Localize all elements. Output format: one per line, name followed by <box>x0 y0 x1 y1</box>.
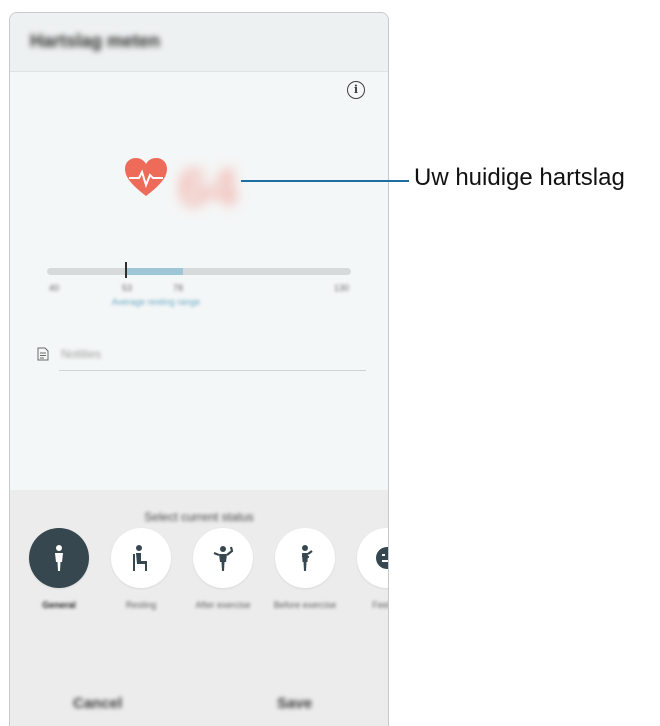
person-standing-icon <box>55 545 63 571</box>
heart-rate-value: 64 <box>178 158 239 218</box>
phone-screen: Hartslag meten i 64 40 53 78 130 Average… <box>9 12 389 726</box>
note-icon <box>37 347 49 361</box>
range-caption: Average resting range <box>111 297 201 307</box>
status-after-exercise-label: After exercise <box>195 600 251 610</box>
person-sitting-icon <box>133 545 147 571</box>
status-feeling-label: Feeling <box>372 600 388 610</box>
status-sheet-title: Select current status <box>144 510 254 524</box>
range-tick-high: 78 <box>173 283 184 293</box>
status-before-exercise-label: Before exercise <box>273 600 337 610</box>
page-title: Hartslag meten <box>30 31 161 51</box>
heart-icon <box>125 158 167 196</box>
emoji-icon <box>376 547 388 569</box>
range-marker <box>125 262 127 278</box>
range-normal-band <box>125 268 183 275</box>
memo-underline <box>59 370 366 371</box>
status-after-exercise-button[interactable] <box>193 528 253 588</box>
app-bar: Hartslag meten <box>10 13 388 72</box>
info-icon[interactable]: i <box>347 81 365 99</box>
cancel-button[interactable]: Cancel <box>73 695 122 712</box>
bottom-action-bar <box>10 680 388 726</box>
status-before-exercise-button[interactable] <box>275 528 335 588</box>
range-tick-max: 130 <box>334 283 350 293</box>
status-general-label: General <box>42 600 76 610</box>
status-resting-button[interactable] <box>111 528 171 588</box>
callout-label: Uw huidige hartslag <box>414 164 625 191</box>
measurement-panel <box>10 72 388 490</box>
person-flexing-icon <box>213 546 234 571</box>
status-resting-label: Resting <box>125 600 157 610</box>
range-track <box>47 268 351 275</box>
callout-line <box>241 180 409 182</box>
save-button[interactable]: Save <box>277 695 312 712</box>
status-general-button[interactable] <box>29 528 89 588</box>
person-stretching-icon <box>301 545 313 571</box>
range-tick-min: 40 <box>49 283 60 293</box>
range-tick-low: 53 <box>122 283 133 293</box>
memo-input[interactable]: Notities <box>61 347 101 361</box>
